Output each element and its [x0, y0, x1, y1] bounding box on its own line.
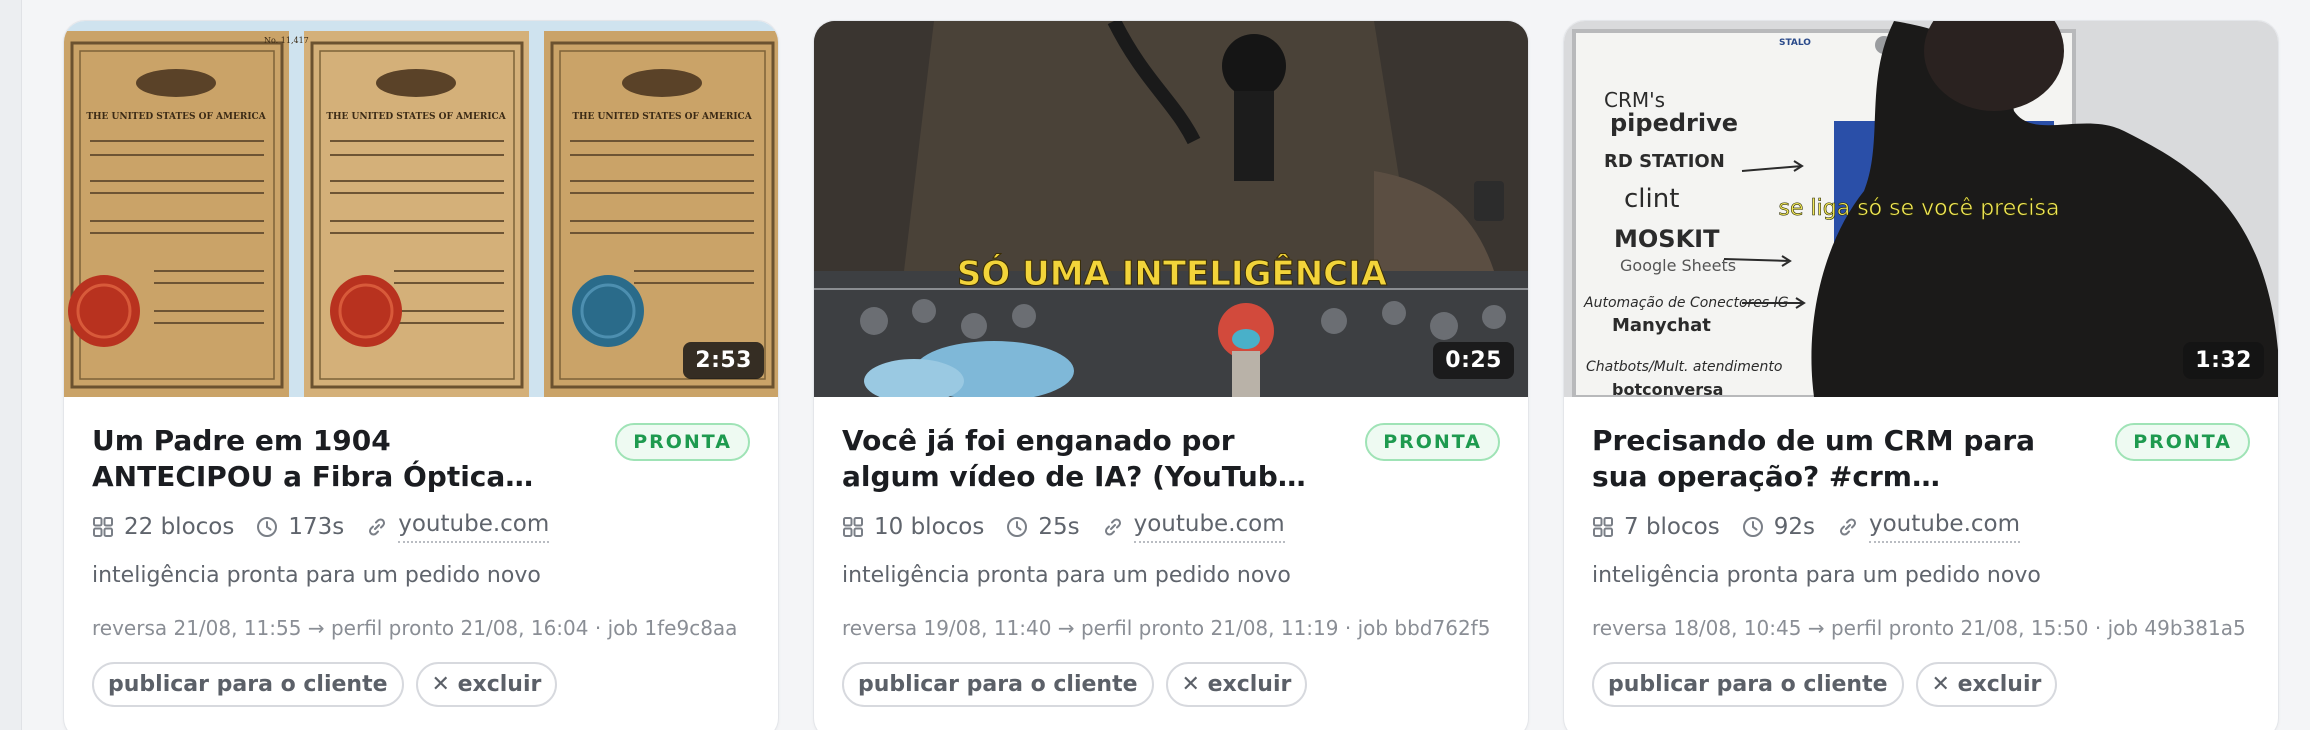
board-line: botconversa	[1612, 380, 1723, 397]
board-line: RD STATION	[1604, 151, 1725, 172]
patent-number-text: No. 11,417	[264, 36, 309, 45]
video-card-grid: THE UNITED STATES OF AMERICA THE UNITED …	[63, 20, 2279, 730]
card-description: inteligência pronta para um pedido novo	[92, 563, 541, 588]
video-title[interactable]: Você já foi enganado por algum vídeo de …	[842, 423, 1342, 495]
thumbnail-image-patents: THE UNITED STATES OF AMERICA THE UNITED …	[64, 21, 778, 397]
clock-icon	[257, 517, 278, 537]
card-description: inteligência pronta para um pedido novo	[842, 563, 1291, 588]
patent-header-text: THE UNITED STATES OF AMERICA	[86, 112, 266, 122]
publish-button[interactable]: publicar para o cliente	[1592, 662, 1904, 707]
board-line: Google Sheets	[1620, 256, 1736, 275]
blocks-count: 10 blocos	[874, 514, 985, 540]
clock-icon	[1742, 517, 1763, 537]
blocks-count: 22 blocos	[124, 514, 235, 540]
video-caption-text: se liga só se você precisa	[1779, 196, 2060, 221]
patent-header-text: THE UNITED STATES OF AMERICA	[572, 112, 752, 122]
job-timeline: reversa 19/08, 11:40 → perfil pronto 21/…	[842, 616, 1491, 640]
duration-badge: 0:25	[1433, 342, 1514, 379]
job-timeline: reversa 18/08, 10:45 → perfil pronto 21/…	[1592, 616, 2246, 640]
blocks-count: 7 blocos	[1624, 514, 1720, 540]
duration-seconds: 173s	[288, 514, 345, 540]
publish-button[interactable]: publicar para o cliente	[842, 662, 1154, 707]
board-line: Manychat	[1612, 315, 1711, 336]
video-thumbnail[interactable]: SÓ UMA INTELIGÊNCIA 0:25	[814, 21, 1528, 397]
video-caption-text: SÓ UMA INTELIGÊNCIA	[957, 253, 1388, 294]
duration-seconds: 25s	[1038, 514, 1080, 540]
board-brand-text: STALO	[1779, 38, 1811, 48]
link-icon	[1839, 518, 1856, 536]
thumbnail-image-crm-board: STALO CRM's pipedrive RD STATION clint M…	[1564, 21, 2278, 397]
video-card: SÓ UMA INTELIGÊNCIA 0:25 Você já foi eng…	[813, 20, 1529, 730]
video-title[interactable]: Precisando de um CRM para sua operação? …	[1592, 423, 2092, 495]
status-badge: PRONTA	[1365, 423, 1500, 461]
job-timeline: reversa 21/08, 11:55 → perfil pronto 21/…	[92, 616, 738, 640]
clock-icon	[1007, 517, 1028, 537]
video-title[interactable]: Um Padre em 1904 ANTECIPOU a Fibra Óptic…	[92, 423, 592, 495]
link-icon	[369, 518, 386, 536]
board-line: MOSKIT	[1614, 225, 1720, 253]
board-line: Chatbots/Mult. atendimento	[1586, 359, 1782, 375]
blocks-icon	[93, 517, 113, 537]
duration-badge: 2:53	[683, 342, 764, 379]
card-description: inteligência pronta para um pedido novo	[1592, 563, 2041, 588]
link-icon	[1104, 518, 1121, 536]
blocks-icon	[843, 517, 863, 537]
thumbnail-image-ai-robot: SÓ UMA INTELIGÊNCIA	[814, 21, 1528, 397]
source-link[interactable]: youtube.com	[398, 511, 550, 543]
patent-header-text: THE UNITED STATES OF AMERICA	[326, 112, 506, 122]
delete-button[interactable]: ✕ excluir	[1165, 662, 1308, 707]
video-thumbnail[interactable]: THE UNITED STATES OF AMERICA THE UNITED …	[64, 21, 778, 397]
status-badge: PRONTA	[2115, 423, 2250, 461]
video-card: THE UNITED STATES OF AMERICA THE UNITED …	[63, 20, 779, 730]
delete-button[interactable]: ✕ excluir	[1915, 662, 2058, 707]
duration-seconds: 92s	[1773, 514, 1815, 540]
source-link[interactable]: youtube.com	[1868, 511, 2021, 543]
video-thumbnail[interactable]: STALO CRM's pipedrive RD STATION clint M…	[1564, 21, 2278, 397]
duration-badge: 1:32	[2183, 342, 2264, 379]
publish-button[interactable]: publicar para o cliente	[92, 662, 404, 707]
source-link[interactable]: youtube.com	[1133, 511, 1285, 543]
status-badge: PRONTA	[615, 423, 750, 461]
blocks-icon	[1593, 517, 1613, 537]
video-card: STALO CRM's pipedrive RD STATION clint M…	[1563, 20, 2279, 730]
board-line: pipedrive	[1610, 109, 1738, 137]
page-left-edge	[0, 0, 22, 730]
delete-button[interactable]: ✕ excluir	[415, 662, 558, 707]
board-line: clint	[1624, 184, 1679, 214]
